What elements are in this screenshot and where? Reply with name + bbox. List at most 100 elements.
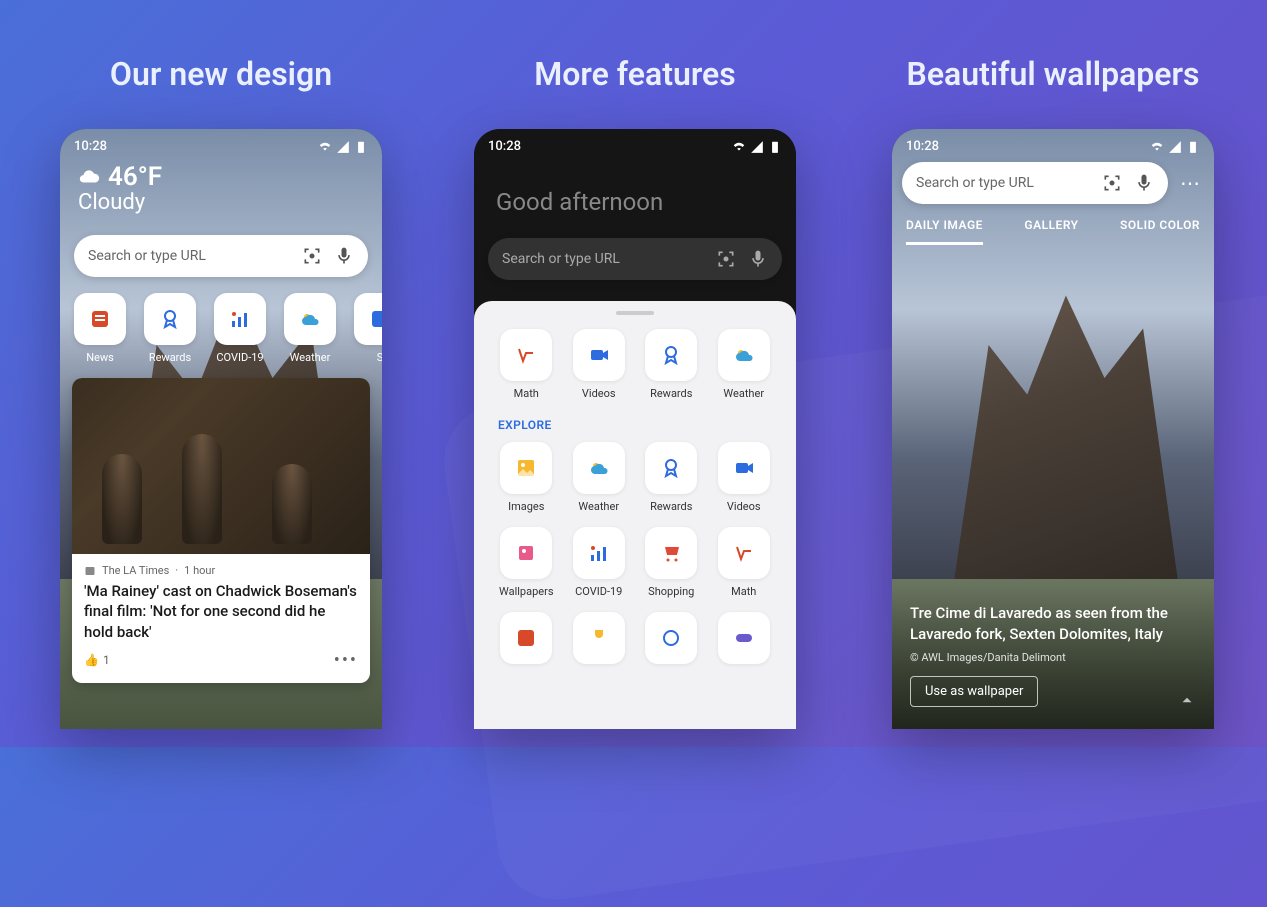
tile-weather[interactable]: Weather xyxy=(563,442,636,513)
wifi-icon xyxy=(732,140,746,154)
tile-covid[interactable]: COVID-19 xyxy=(563,527,636,598)
news-reaction[interactable]: 👍 1 xyxy=(84,653,110,667)
tile-covid[interactable]: COVID-19 xyxy=(214,293,266,364)
bottom-sheet[interactable]: Math Videos Rewards Weather EXPLORE xyxy=(474,301,796,729)
wifi-icon xyxy=(318,140,332,154)
tile-rewards[interactable]: Rewards xyxy=(144,293,196,364)
weather-icon xyxy=(732,343,756,367)
tile-rewards[interactable]: Rewards xyxy=(635,329,708,400)
tile-label: Wallpapers xyxy=(499,585,554,598)
weather-desc: Cloudy xyxy=(78,190,364,215)
phone-3: 10:28 Search or type URL ⋯ DAILY IMAGE G… xyxy=(892,129,1214,729)
tile-images[interactable]: Images xyxy=(490,442,563,513)
status-icons xyxy=(318,140,368,154)
status-time: 10:28 xyxy=(488,139,521,154)
news-age: 1 hour xyxy=(184,564,215,577)
caption-title: Tre Cime di Lavaredo as seen from the La… xyxy=(910,603,1196,645)
tile-partial[interactable] xyxy=(635,612,708,664)
signal-icon xyxy=(750,140,764,154)
tile-label: Rewards xyxy=(650,387,692,400)
tile-math[interactable]: Math xyxy=(708,527,781,598)
mic-icon[interactable] xyxy=(334,246,354,266)
math-icon xyxy=(732,541,756,565)
tile-shopping[interactable]: Shopping xyxy=(635,527,708,598)
search-placeholder: Search or type URL xyxy=(88,248,302,264)
panel-wallpapers: Beautiful wallpapers 10:28 Search or typ… xyxy=(878,55,1228,729)
tile-label: Rewards xyxy=(149,351,191,364)
scan-icon[interactable] xyxy=(1102,173,1122,193)
chart-icon xyxy=(228,307,252,331)
tab-solid-color[interactable]: SOLID COLOR xyxy=(1120,218,1200,245)
scroll-up-button[interactable] xyxy=(1178,691,1196,709)
status-time: 10:28 xyxy=(906,139,939,154)
explore-heading: EXPLORE xyxy=(474,404,796,438)
tile-label: COVID-19 xyxy=(575,585,622,598)
tile-label: Images xyxy=(508,500,544,513)
math-icon xyxy=(514,343,538,367)
scan-icon[interactable] xyxy=(302,246,322,266)
tile-label: News xyxy=(86,351,114,364)
phone-1: 10:28 46°F Cloudy Search or type URL xyxy=(60,129,382,729)
tile-news[interactable]: News xyxy=(74,293,126,364)
status-icons xyxy=(1150,140,1200,154)
heading-design: Our new design xyxy=(110,55,332,93)
mic-icon[interactable] xyxy=(1134,173,1154,193)
use-wallpaper-button[interactable]: Use as wallpaper xyxy=(910,676,1038,707)
source-icon xyxy=(84,565,96,577)
battery-icon xyxy=(768,140,782,154)
tile-math[interactable]: Math xyxy=(490,329,563,400)
tile-label: Rewards xyxy=(650,500,692,513)
tile-label: Math xyxy=(731,585,756,598)
chevron-up-icon xyxy=(1178,691,1196,709)
image-icon xyxy=(514,456,538,480)
medal-icon xyxy=(659,343,683,367)
status-icons xyxy=(732,140,782,154)
tile-label: Videos xyxy=(582,387,616,400)
news-card[interactable]: The LA Times · 1 hour 'Ma Rainey' cast o… xyxy=(72,378,370,683)
tab-gallery[interactable]: GALLERY xyxy=(1024,218,1078,245)
wallpaper-tabs: DAILY IMAGE GALLERY SOLID COLOR xyxy=(892,208,1214,245)
tile-more[interactable]: S xyxy=(354,293,382,364)
search-placeholder: Search or type URL xyxy=(916,175,1102,191)
cloud-icon xyxy=(78,166,100,188)
search-bar[interactable]: Search or type URL xyxy=(902,162,1168,204)
weather-icon xyxy=(587,456,611,480)
tile-label: Weather xyxy=(290,351,331,364)
search-bar[interactable]: Search or type URL xyxy=(74,235,368,277)
chart-icon xyxy=(587,541,611,565)
tile-label: Weather xyxy=(723,387,764,400)
tile-videos[interactable]: Videos xyxy=(563,329,636,400)
tab-daily-image[interactable]: DAILY IMAGE xyxy=(906,218,983,245)
tile-partial[interactable] xyxy=(490,612,563,664)
search-bar-dim[interactable]: Search or type URL xyxy=(488,238,782,280)
react-count: 1 xyxy=(103,653,110,667)
mic-icon[interactable] xyxy=(748,249,768,269)
tile-partial[interactable] xyxy=(708,612,781,664)
globe-icon xyxy=(659,626,683,650)
search-placeholder: Search or type URL xyxy=(502,251,716,267)
scan-icon[interactable] xyxy=(716,249,736,269)
news-image xyxy=(72,378,370,554)
heading-wallpapers: Beautiful wallpapers xyxy=(907,55,1200,93)
weather-widget[interactable]: 46°F Cloudy xyxy=(60,158,382,225)
tile-label: Math xyxy=(514,387,539,400)
tile-wallpapers[interactable]: Wallpapers xyxy=(490,527,563,598)
tile-partial[interactable] xyxy=(563,612,636,664)
trophy-icon xyxy=(587,626,611,650)
news-more-button[interactable]: ••• xyxy=(334,650,358,671)
tile-rewards[interactable]: Rewards xyxy=(635,442,708,513)
tile-videos[interactable]: Videos xyxy=(708,442,781,513)
caption-credit: © AWL Images/Danita Delimont xyxy=(910,651,1196,664)
tile-label: Weather xyxy=(578,500,619,513)
tile-weather[interactable]: Weather xyxy=(708,329,781,400)
video-icon xyxy=(587,343,611,367)
overflow-menu[interactable]: ⋯ xyxy=(1176,171,1204,195)
news-source: The LA Times xyxy=(102,564,169,577)
greeting-text: Good afternoon xyxy=(474,158,796,228)
tile-weather[interactable]: Weather xyxy=(284,293,336,364)
tile-label: Shopping xyxy=(648,585,694,598)
sheet-handle[interactable] xyxy=(616,311,654,315)
wallpaper-caption: Tre Cime di Lavaredo as seen from the La… xyxy=(892,585,1214,729)
tile-label: Videos xyxy=(727,500,761,513)
tile-label: COVID-19 xyxy=(216,351,263,364)
